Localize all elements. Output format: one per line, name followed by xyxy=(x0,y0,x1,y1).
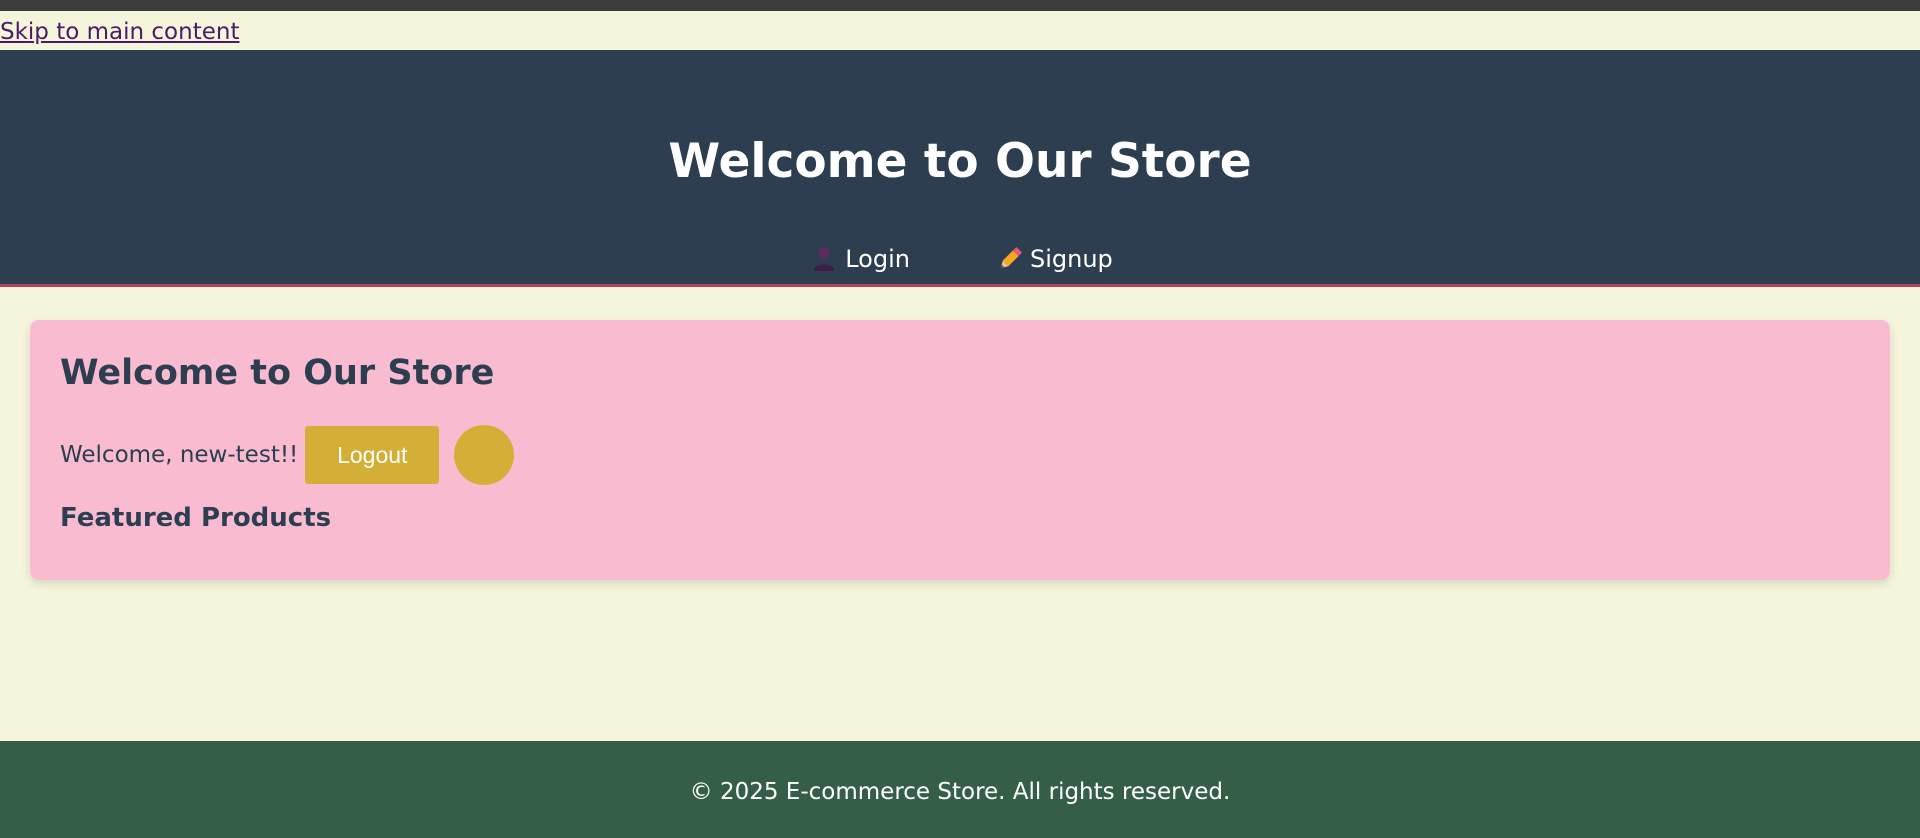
nav-signup-link[interactable]: Signup xyxy=(998,242,1113,276)
welcome-card: Welcome to Our Store Welcome, new-test!!… xyxy=(30,320,1890,580)
user-icon xyxy=(813,246,835,272)
site-title: Welcome to Our Store xyxy=(668,134,1252,189)
nav-login-label: Login xyxy=(845,245,910,273)
pencil-icon xyxy=(998,246,1022,272)
featured-products-heading: Featured Products xyxy=(60,503,332,533)
nav-signup-label: Signup xyxy=(1029,245,1113,273)
nav-login-link[interactable]: Login xyxy=(813,242,910,276)
browser-top-strip xyxy=(0,0,1920,11)
welcome-row: Welcome, new-test!! Logout xyxy=(60,425,515,485)
main-nav: Login Signup xyxy=(0,242,1920,276)
footer-copyright: © 2025 E-commerce Store. All rights rese… xyxy=(689,779,1231,805)
card-title: Welcome to Our Store xyxy=(60,353,495,393)
site-header: Welcome to Our Store Login Signup xyxy=(0,50,1920,287)
site-footer: © 2025 E-commerce Store. All rights rese… xyxy=(0,741,1920,838)
welcome-message: Welcome, new-test!! xyxy=(60,442,299,468)
skip-to-main-link[interactable]: Skip to main content xyxy=(0,18,239,46)
logout-button[interactable]: Logout xyxy=(305,426,440,484)
avatar[interactable] xyxy=(454,425,515,485)
